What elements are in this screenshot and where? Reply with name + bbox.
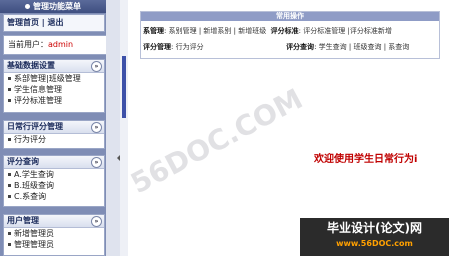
menu-item-behavior-rating[interactable]: 行为评分 bbox=[4, 134, 104, 145]
collapse-icon[interactable]: » bbox=[91, 216, 102, 227]
section-title[interactable]: 基础数据设置 » bbox=[4, 60, 104, 73]
link-separator: | bbox=[41, 18, 45, 27]
common-operations-box: 常用操作 系管理: 系别管理 | 新增系别 | 新增班级 评分标准: 评分标准管… bbox=[140, 11, 440, 59]
common-operations-header: 常用操作 bbox=[141, 12, 439, 21]
current-user-label: 当前用户： bbox=[8, 40, 48, 49]
section-basic-data: 基础数据设置 » 系部管理|班级管理 学生信息管理 评分标准管理 bbox=[3, 59, 105, 113]
section-title[interactable]: 用户管理 » bbox=[4, 215, 104, 228]
common-ops-row-1: 系管理: 系别管理 | 新增系别 | 新增班级 评分标准: 评分标准管理 |评分… bbox=[143, 27, 392, 35]
row-label: 评分标准 bbox=[270, 27, 299, 35]
section-user-management: 用户管理 » 新增管理员 管理管理员 bbox=[3, 214, 105, 256]
current-user-name: admin bbox=[48, 40, 74, 49]
menu-item-student-query[interactable]: A.学生查询 bbox=[4, 169, 104, 180]
bullet-icon bbox=[25, 4, 30, 9]
bullet-icon bbox=[8, 173, 11, 176]
logout-link[interactable]: 退出 bbox=[48, 18, 64, 27]
home-link[interactable]: 管理首页 bbox=[7, 18, 39, 27]
menu-item-label: 系部管理|班级管理 bbox=[14, 74, 81, 83]
common-ops-row-2: 评分管理: 行为评分 评分查询: 学生查询 | 班级查询 | 系查询 bbox=[143, 43, 410, 51]
section-title[interactable]: 日常行评分管理 » bbox=[4, 121, 104, 134]
menu-item-label: 管理管理员 bbox=[14, 240, 54, 249]
menu-item-add-admin[interactable]: 新增管理员 bbox=[4, 228, 104, 239]
splitter-bar bbox=[122, 56, 126, 118]
menu-item-student-info[interactable]: 学生信息管理 bbox=[4, 84, 104, 95]
splitter[interactable] bbox=[106, 0, 120, 256]
section-title[interactable]: 评分查询 » bbox=[4, 156, 104, 169]
menu-item-label: 学生信息管理 bbox=[14, 85, 62, 94]
collapse-icon[interactable]: » bbox=[91, 61, 102, 72]
link-rating-standard-add[interactable]: |评分标准新增 bbox=[348, 27, 392, 35]
section-title-text: 基础数据设置 bbox=[7, 61, 55, 70]
section-title-text: 日常行评分管理 bbox=[7, 122, 63, 131]
link-rating-standard-manage[interactable]: 评分标准管理 bbox=[303, 27, 345, 35]
link-department-manage[interactable]: 系别管理 bbox=[169, 27, 197, 35]
bullet-icon bbox=[8, 88, 11, 91]
bullet-icon bbox=[8, 243, 11, 246]
section-title-text: 评分查询 bbox=[7, 157, 39, 166]
link-add-class[interactable]: 新增班级 bbox=[238, 27, 266, 35]
bullet-icon bbox=[8, 232, 11, 235]
link-class-query[interactable]: 班级查询 bbox=[353, 43, 381, 51]
row-label: 评分查询 bbox=[286, 43, 315, 51]
collapse-left-icon[interactable] bbox=[117, 155, 120, 161]
menu-item-department-query[interactable]: C.系查询 bbox=[4, 191, 104, 202]
link-add-department[interactable]: 新增系别 bbox=[203, 27, 231, 35]
collapse-icon[interactable]: » bbox=[91, 122, 102, 133]
top-links-row: 管理首页 | 退出 bbox=[4, 15, 104, 31]
bullet-icon bbox=[8, 77, 11, 80]
menu-item-label: 评分标准管理 bbox=[14, 96, 62, 105]
menu-item-label: 行为评分 bbox=[14, 135, 46, 144]
sidebar-title-text: 管理功能菜单 bbox=[33, 2, 81, 11]
bullet-icon bbox=[8, 99, 11, 102]
link-department-query[interactable]: 系查询 bbox=[388, 43, 409, 51]
bullet-icon bbox=[8, 195, 11, 198]
top-links-panel: 管理首页 | 退出 bbox=[3, 14, 105, 32]
row-label: 系管理 bbox=[143, 27, 164, 35]
link-student-query[interactable]: 学生查询 bbox=[319, 43, 347, 51]
menu-item-label: C.系查询 bbox=[14, 192, 47, 201]
menu-item-rating-standard[interactable]: 评分标准管理 bbox=[4, 95, 104, 106]
sidebar-title: 管理功能菜单 bbox=[0, 0, 106, 13]
menu-item-manage-admin[interactable]: 管理管理员 bbox=[4, 239, 104, 250]
row-label: 评分管理 bbox=[143, 43, 171, 51]
bullet-icon bbox=[8, 138, 11, 141]
section-rating-query: 评分查询 » A.学生查询 B.班级查询 C.系查询 bbox=[3, 155, 105, 207]
welcome-text: 欢迎使用学生日常行为i bbox=[314, 154, 418, 165]
menu-item-label: B.班级查询 bbox=[14, 181, 55, 190]
sidebar: 管理功能菜单 管理首页 | 退出 当前用户：admin 基础数据设置 » 系部管理… bbox=[0, 0, 109, 256]
menu-item-department-class[interactable]: 系部管理|班级管理 bbox=[4, 73, 104, 84]
bullet-icon bbox=[8, 184, 11, 187]
menu-item-label: A.学生查询 bbox=[14, 170, 54, 179]
link-behavior-rating[interactable]: 行为评分 bbox=[176, 43, 204, 51]
logo-title: 毕业设计(论文)网 bbox=[327, 221, 422, 235]
logo-url: www.56DOC.com bbox=[336, 239, 413, 248]
collapse-icon[interactable]: » bbox=[91, 157, 102, 168]
section-title-text: 用户管理 bbox=[7, 216, 39, 225]
current-user-panel: 当前用户：admin bbox=[3, 35, 109, 55]
section-daily-rating: 日常行评分管理 » 行为评分 bbox=[3, 120, 105, 149]
menu-item-class-query[interactable]: B.班级查询 bbox=[4, 180, 104, 191]
menu-item-label: 新增管理员 bbox=[14, 229, 54, 238]
